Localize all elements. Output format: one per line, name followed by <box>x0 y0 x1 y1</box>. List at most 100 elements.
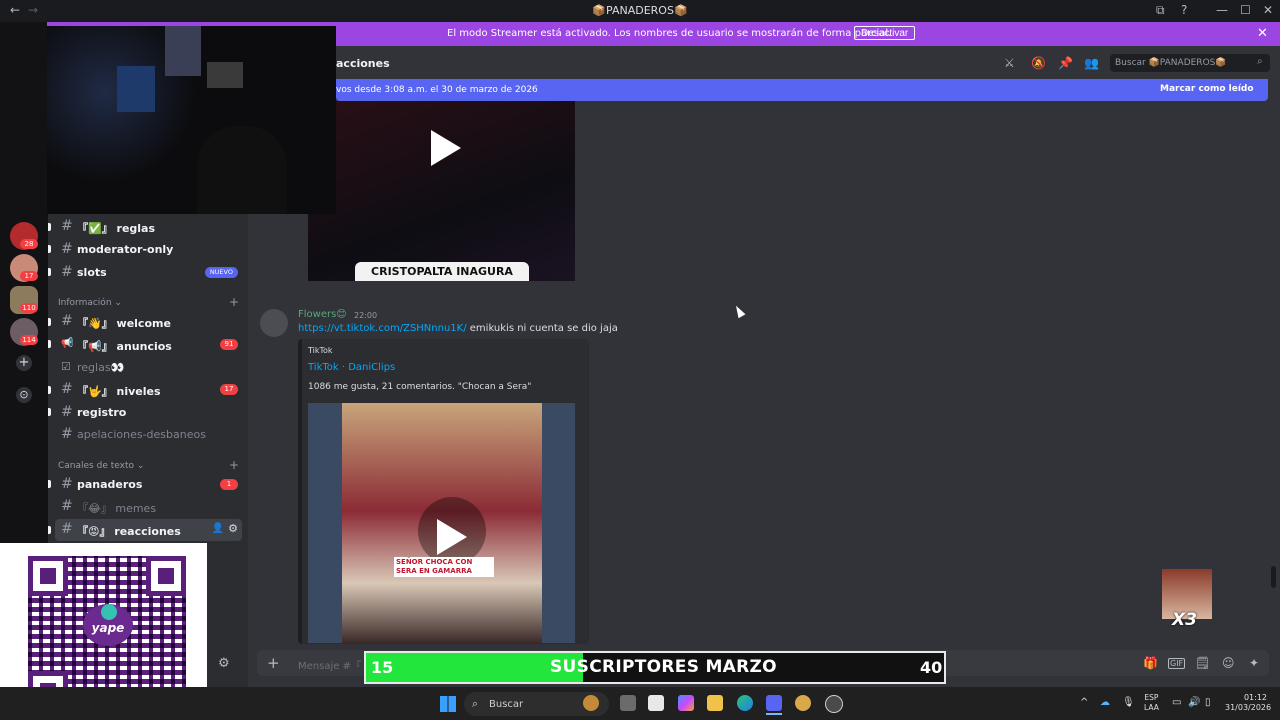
channel-apelaciones-desbaneos[interactable]: # apelaciones-desbaneos <box>55 424 242 446</box>
user-settings-gear-icon[interactable]: ⚙ <box>218 656 230 671</box>
new-messages-bar[interactable]: vos desde 3:08 a.m. el 30 de marzo de 20… <box>336 79 1268 101</box>
threads-icon[interactable]: ⚔ <box>1004 56 1015 70</box>
banner-text: El modo Streamer está activado. Los nomb… <box>447 28 892 39</box>
copilot-icon[interactable] <box>678 695 694 711</box>
embed-title-link[interactable]: TikTok · DaniClips <box>308 362 395 373</box>
store-icon[interactable] <box>648 695 664 711</box>
obs-icon[interactable] <box>825 695 843 713</box>
add-channel-icon[interactable]: + <box>229 295 239 309</box>
microphone-icon[interactable]: 🎙 <box>1122 697 1135 708</box>
channel-label: reglas👀 <box>77 361 125 374</box>
server-badge: 114 <box>20 335 38 345</box>
windows-start-icon[interactable] <box>440 696 456 712</box>
new-badge: NUEVO <box>204 267 238 278</box>
channel-niveles[interactable]: # 『🤟』 niveles 17 <box>55 379 242 401</box>
unread-indicator <box>48 245 51 253</box>
message-link[interactable]: https://vt.tiktok.com/ZSHNnnu1K/ <box>298 323 467 334</box>
channel-registro[interactable]: # registro <box>55 402 242 424</box>
poster <box>117 66 155 112</box>
search-icon[interactable]: ⌕ <box>1257 56 1263 67</box>
channel-header-name: acciones <box>336 57 390 70</box>
member-list-icon[interactable]: 👥 <box>1084 56 1099 70</box>
avatar[interactable] <box>260 309 288 337</box>
server-badge: 28 <box>20 239 38 249</box>
channel-reglas[interactable]: # 『✅』 reglas <box>55 216 242 238</box>
maximize-button[interactable]: ☐ <box>1240 3 1251 17</box>
gif-icon[interactable]: GIF <box>1168 658 1186 669</box>
edge-icon[interactable] <box>737 695 753 711</box>
message-timestamp: 22:00 <box>354 311 378 320</box>
channel-welcome[interactable]: # 『👋』 welcome <box>55 311 242 333</box>
yape-logo-dot <box>101 604 117 620</box>
minimize-button[interactable]: — <box>1216 3 1228 17</box>
add-channel-icon[interactable]: + <box>229 458 239 472</box>
channel-memes[interactable]: # 『😂』 memes <box>55 496 242 518</box>
invite-icon[interactable]: 👤 <box>212 523 224 534</box>
screen-share-icon[interactable]: ⧉ <box>1156 3 1165 18</box>
onedrive-icon[interactable]: ☁ <box>1100 697 1110 708</box>
unread-indicator <box>48 408 51 416</box>
unread-indicator <box>48 526 51 534</box>
discover-icon[interactable]: ⊙ <box>16 387 32 403</box>
hash-icon: # <box>61 313 73 329</box>
qr-finder <box>146 556 186 596</box>
play-icon[interactable] <box>431 130 461 166</box>
mark-as-read-button[interactable]: Marcar como leído <box>1160 84 1254 94</box>
channel-label: 『✅』 reglas <box>77 222 156 235</box>
add-server-icon[interactable]: + <box>16 355 32 371</box>
channel-moderator-only[interactable]: # moderator-only <box>55 239 242 261</box>
apps-icon[interactable]: ✦ <box>1249 656 1259 670</box>
scrollbar[interactable] <box>1271 566 1276 588</box>
channel-reacciones[interactable]: # 『😡』 reacciones 👤 ⚙ <box>55 519 242 541</box>
subscriber-current: 15 <box>371 658 394 677</box>
mute-notifications-icon[interactable]: 🔕 <box>1031 56 1046 70</box>
bread-icon[interactable] <box>583 695 599 711</box>
taskbar-clock[interactable]: 01:12 31/03/2026 <box>1225 693 1272 713</box>
message-placeholder: Mensaje #『 <box>298 661 361 672</box>
app-icon[interactable] <box>795 695 811 711</box>
channel-label: 『😂』 memes <box>77 502 157 515</box>
category-canales-de-texto[interactable]: Canales de texto ⌄ <box>58 461 144 471</box>
qr-finder <box>28 556 68 596</box>
channel-panaderos[interactable]: # panaderos 1 <box>55 474 242 496</box>
battery-icon[interactable]: ▯ <box>1205 697 1211 708</box>
category-informacion[interactable]: Información ⌄ <box>58 298 122 308</box>
file-explorer-icon[interactable] <box>707 695 723 711</box>
deactivate-button[interactable]: Desactivar <box>854 26 916 40</box>
channel-settings-icon[interactable]: ⚙ <box>228 522 238 535</box>
gift-icon[interactable]: 🎁 <box>1143 656 1158 670</box>
streamer-silhouette <box>197 126 287 214</box>
video-caption: SEÑOR CHOCA CON SERA EN GAMARRA <box>394 557 494 577</box>
channel-anuncios[interactable]: 📢 『📢』 anuncios 91 <box>55 334 242 356</box>
volume-icon[interactable]: 🔊 <box>1188 697 1200 708</box>
hash-icon: # <box>61 476 73 492</box>
hash-icon: # <box>61 404 73 420</box>
hash-icon: # <box>61 521 73 537</box>
language-indicator[interactable]: ESP LAA <box>1144 693 1159 713</box>
clock-date: 31/03/2026 <box>1225 703 1272 712</box>
network-icon[interactable]: ▭ <box>1172 697 1181 708</box>
pinned-messages-icon[interactable]: 📌 <box>1058 56 1073 70</box>
hash-icon: # <box>61 218 73 234</box>
message-author[interactable]: Flowers😊 <box>298 309 347 320</box>
close-icon[interactable]: ✕ <box>1257 26 1268 41</box>
tray-overflow-icon[interactable]: ^ <box>1080 697 1088 708</box>
poster <box>207 62 243 88</box>
sticker-icon[interactable]: 🗒 <box>1195 656 1210 670</box>
channel-slots[interactable]: # slots NUEVO <box>55 262 242 284</box>
unread-indicator <box>48 340 51 348</box>
help-icon[interactable]: ? <box>1181 3 1187 17</box>
window-title: 📦PANADEROS📦 <box>592 4 688 17</box>
hash-icon: # <box>61 241 73 257</box>
subscriber-goal-target: 40 <box>920 658 943 677</box>
video-thumbnail[interactable] <box>308 101 575 281</box>
close-window-button[interactable]: ✕ <box>1263 3 1273 17</box>
emoji-icon[interactable]: ☺ <box>1222 656 1235 670</box>
channel-reglas-rules[interactable]: ☑ reglas👀 <box>55 357 242 379</box>
attach-plus-icon[interactable]: + <box>267 654 280 672</box>
channel-label: slots <box>77 266 107 279</box>
play-icon[interactable] <box>437 519 467 555</box>
discord-icon[interactable] <box>766 695 782 711</box>
channel-label: 『🤟』 niveles <box>77 385 161 398</box>
task-view-icon[interactable] <box>620 695 636 711</box>
